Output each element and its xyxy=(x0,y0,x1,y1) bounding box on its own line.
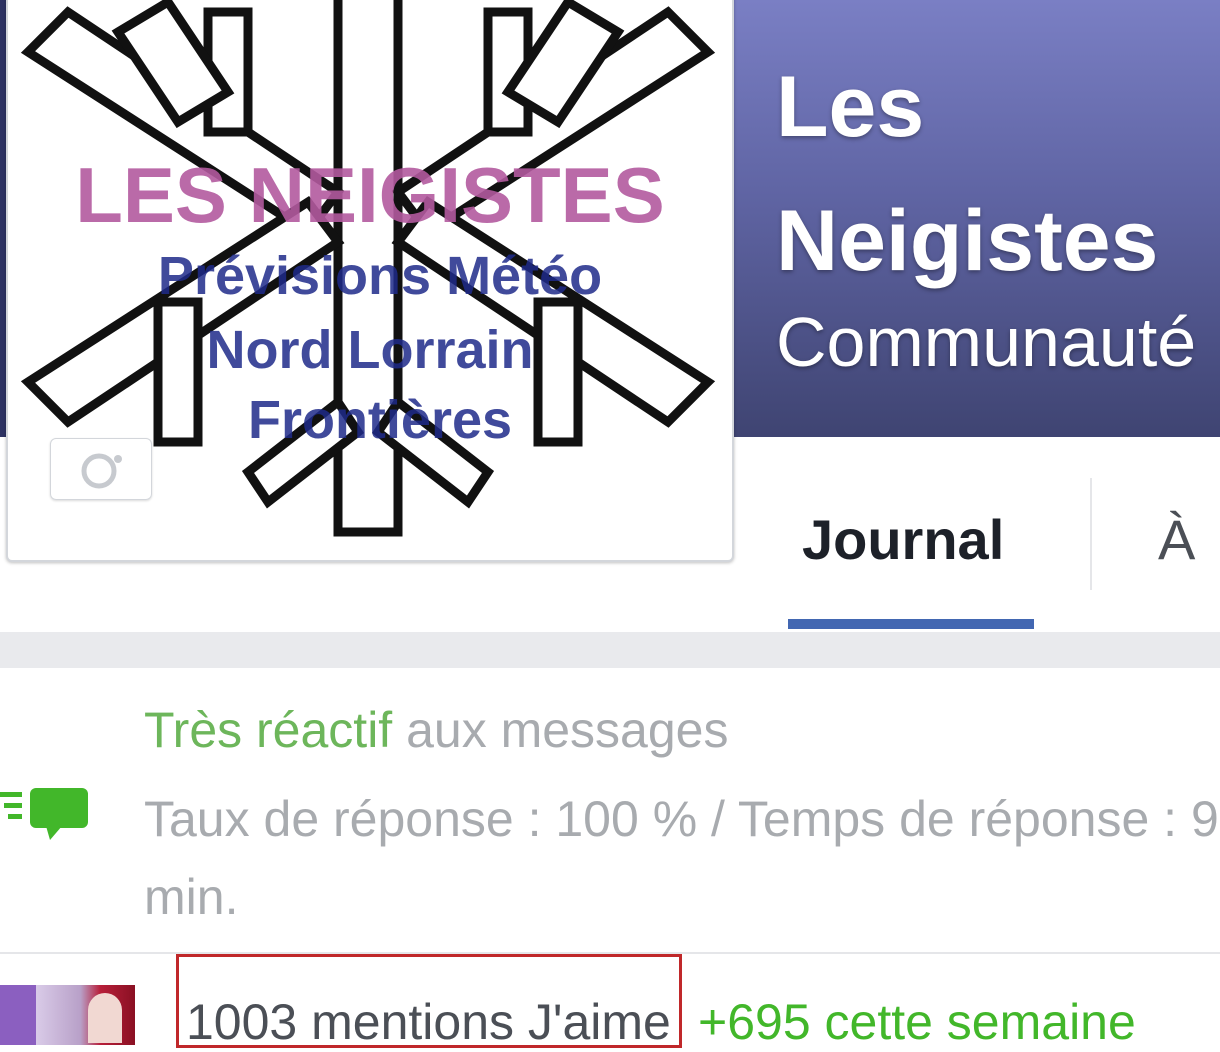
avatar-face xyxy=(88,993,122,1043)
logo-line1: LES NEIGISTES xyxy=(75,151,664,239)
active-tab-indicator xyxy=(788,619,1034,629)
logo-line3: Nord Lorrain xyxy=(206,320,533,380)
update-photo-button[interactable] xyxy=(50,438,152,500)
response-stats: Taux de réponse : 100 % / Temps de répon… xyxy=(144,791,1219,925)
tab-journal[interactable]: Journal xyxy=(802,505,1004,575)
likes-count[interactable]: 1003 mentions J'aime xyxy=(186,992,671,1052)
section-divider xyxy=(0,632,1220,668)
responsiveness-label: Très réactif aux messages xyxy=(144,700,728,760)
likes-this-week: +695 cette semaine xyxy=(698,994,1136,1050)
page-category[interactable]: Communauté xyxy=(776,300,1196,384)
avatar[interactable] xyxy=(0,985,36,1045)
to-messages-text: aux messages xyxy=(392,702,729,758)
chat-bubble-icon xyxy=(0,788,88,840)
logo-line2: Prévisions Météo xyxy=(158,246,602,306)
very-responsive-text: Très réactif xyxy=(144,702,393,758)
avatar[interactable] xyxy=(36,985,135,1045)
tab-about[interactable]: À xyxy=(1158,505,1195,575)
page-title[interactable]: Les Neigistes xyxy=(776,40,1220,308)
tab-divider xyxy=(1090,478,1092,590)
camera-icon xyxy=(81,453,122,489)
friend-avatars[interactable] xyxy=(0,985,135,1045)
logo-line4: Frontières xyxy=(248,390,512,450)
